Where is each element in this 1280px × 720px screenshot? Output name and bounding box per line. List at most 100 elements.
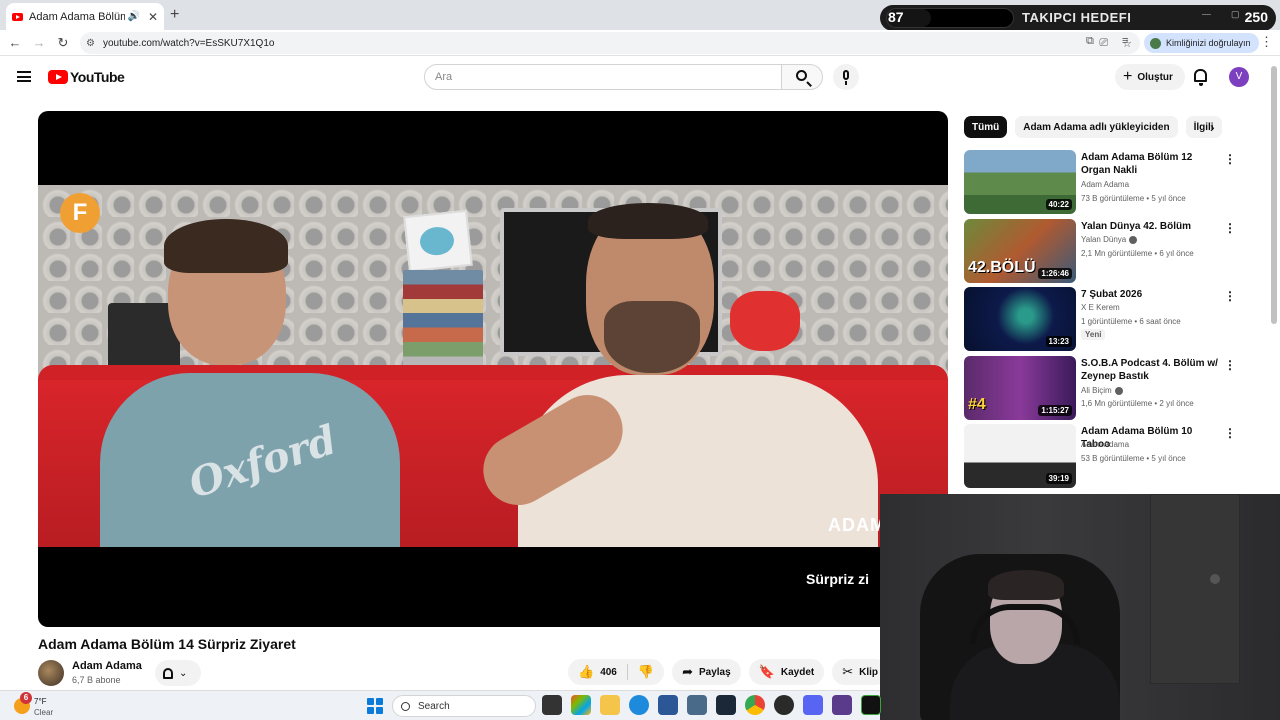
store-icon[interactable] — [658, 695, 678, 715]
taskbar-search[interactable]: Search — [392, 695, 536, 717]
bookmark-icon: 🔖 — [758, 664, 775, 679]
more-options-icon[interactable]: ⋮ — [1224, 358, 1236, 372]
more-options-icon[interactable]: ⋮ — [1224, 289, 1236, 303]
video-player[interactable]: F Oxford ADAMA Sürpriz zi — [38, 111, 948, 627]
channel-label: Yalan Dünya — [1081, 235, 1127, 244]
new-tab-button[interactable]: + — [170, 6, 179, 24]
video-thumbnail[interactable]: 42.BÖLÜ 1:26:46 — [964, 219, 1076, 283]
chrome-icon[interactable] — [745, 695, 765, 715]
close-tab-icon[interactable]: ✕ — [148, 10, 158, 24]
search-input[interactable]: Ara — [424, 64, 782, 90]
verify-identity-button[interactable]: Kimliğinizi doğrulayın — [1144, 33, 1259, 53]
video-title: Adam Adama Bölüm 14 Sürpriz Ziyaret — [38, 636, 296, 652]
video-frame: F Oxford ADAMA — [38, 185, 948, 547]
picture-frame — [403, 209, 473, 273]
install-app-icon[interactable]: ⎚ — [1099, 37, 1108, 50]
chip-from-uploader[interactable]: Adam Adama adlı yükleyiciden — [1015, 116, 1178, 138]
recommendation-item[interactable]: 13:23 7 Şubat 2026 X E Kerem 1 görüntüle… — [964, 287, 1264, 351]
video-thumbnail[interactable]: #4 1:15:27 — [964, 356, 1076, 420]
taskbar-apps — [542, 695, 881, 715]
notifications-bell-icon[interactable] — [1194, 69, 1207, 86]
youtube-logo[interactable]: YouTube — [48, 69, 125, 85]
recommendation-title[interactable]: 7 Şubat 2026 — [1081, 288, 1221, 301]
create-button[interactable]: + Oluştur — [1115, 64, 1185, 90]
reload-icon[interactable]: ↻ — [51, 35, 75, 51]
recommendation-item[interactable]: 40:22 Adam Adama Bölüm 12 Organ Nakli Ad… — [964, 150, 1264, 214]
channel-name[interactable]: Adam Adama — [72, 660, 142, 672]
more-options-icon[interactable]: ⋮ — [1224, 221, 1236, 235]
bell-icon — [163, 667, 173, 679]
windows-start-icon[interactable] — [367, 698, 383, 714]
recommendation-item[interactable]: 42.BÖLÜ 1:26:46 Yalan Dünya 42. Bölüm Ya… — [964, 219, 1264, 283]
speaker-icon[interactable]: 🔊 — [127, 11, 139, 22]
verified-check-icon — [1114, 386, 1123, 395]
window-controls-icon[interactable]: — ▢ — [1202, 9, 1240, 20]
recommendation-channel[interactable]: Yalan Dünya — [1081, 235, 1138, 244]
browser-menu-icon[interactable]: ⋮ — [1260, 34, 1273, 50]
chevron-right-icon[interactable]: › — [1210, 119, 1215, 135]
save-label: Kaydet — [780, 666, 815, 678]
chip-all[interactable]: Tümü — [964, 116, 1008, 138]
page-scrollbar[interactable] — [1271, 66, 1277, 324]
channel-avatar[interactable] — [38, 660, 64, 686]
weather-widget[interactable]: 6 7°F Clear — [14, 692, 64, 720]
video-subtitle: Sürpriz zi — [806, 571, 870, 587]
back-arrow-icon[interactable]: ← — [3, 35, 27, 50]
obs-icon[interactable] — [774, 695, 794, 715]
like-button[interactable]: 👍 406 — [568, 664, 628, 680]
recommendation-channel[interactable]: Adam Adama — [1081, 180, 1129, 189]
recommendation-title[interactable]: Adam Adama Bölüm 12 Organ Nakli — [1081, 151, 1221, 177]
copilot-icon[interactable] — [571, 695, 591, 715]
create-label: Oluştur — [1137, 71, 1173, 83]
recommendation-meta: 73 B görüntüleme • 5 yıl önce — [1081, 194, 1186, 203]
recommendation-title[interactable]: Yalan Dünya 42. Bölüm — [1081, 220, 1221, 233]
logo-text: YouTube — [70, 69, 125, 85]
recommendation-channel[interactable]: Ali Biçim — [1081, 386, 1123, 395]
video-thumbnail[interactable]: 13:23 — [964, 287, 1076, 351]
more-options-icon[interactable]: ⋮ — [1224, 152, 1236, 166]
video-thumbnail[interactable]: 39:19 — [964, 424, 1076, 488]
share-icon: ➦ — [682, 664, 693, 679]
discord-icon[interactable] — [803, 695, 823, 715]
app-icon[interactable] — [687, 695, 707, 715]
notification-badge: 6 — [20, 692, 32, 704]
account-avatar[interactable]: V — [1229, 67, 1249, 87]
address-bar[interactable]: ⚙ youtube.com/watch?v=EsSKU7X1Q1o ⎚ ☆ — [80, 32, 1140, 54]
duration-badge: 40:22 — [1045, 199, 1072, 210]
steam-icon[interactable] — [716, 695, 736, 715]
more-options-icon[interactable]: ⋮ — [1224, 426, 1236, 440]
video-thumbnail[interactable]: 40:22 — [964, 150, 1076, 214]
temperature: 7°F — [34, 697, 47, 706]
task-view-icon[interactable] — [542, 695, 562, 715]
file-explorer-icon[interactable] — [600, 695, 620, 715]
share-label: Paylaş — [698, 666, 731, 678]
forward-arrow-icon[interactable]: → — [27, 35, 51, 50]
edge-icon[interactable] — [629, 695, 649, 715]
hamburger-menu-icon[interactable] — [17, 71, 31, 82]
app-icon[interactable] — [832, 695, 852, 715]
thumbnail-text: 42.BÖLÜ — [968, 259, 1036, 276]
save-button[interactable]: 🔖 Kaydet — [748, 659, 825, 685]
recommendation-title[interactable]: S.O.B.A Podcast 4. Bölüm w/ Zeynep Bastı… — [1081, 357, 1221, 383]
browser-tab[interactable]: Adam Adama Bölüm 14 Sürpriz Ziyaret - Yo… — [6, 3, 164, 30]
terminal-icon[interactable] — [861, 695, 881, 715]
video-actions: 👍 406 👎 ➦ Paylaş 🔖 Kaydet ✂ Klip — [568, 659, 889, 685]
share-button[interactable]: ➦ Paylaş — [672, 659, 741, 685]
dislike-button[interactable]: 👎 — [628, 664, 664, 680]
voice-search-button[interactable] — [833, 64, 859, 90]
site-info-icon[interactable]: ⚙ — [86, 38, 95, 49]
recommendation-item[interactable]: #4 1:15:27 S.O.B.A Podcast 4. Bölüm w/ Z… — [964, 356, 1264, 420]
recommendation-channel[interactable]: X E Kerem — [1081, 303, 1120, 312]
recommendation-item[interactable]: 39:19 Adam Adama Bölüm 10 Taboo Adam Ada… — [964, 424, 1264, 488]
goal-target-count: 250 — [1244, 9, 1268, 25]
search-placeholder: Ara — [435, 71, 453, 83]
verified-check-icon — [1129, 235, 1138, 244]
clip-label: Klip — [859, 666, 879, 678]
google-lens-icon[interactable]: ⧉ — [1086, 35, 1094, 48]
media-controls-icon[interactable]: ≡ — [1122, 35, 1128, 47]
search-button[interactable] — [781, 64, 823, 90]
subscription-notification-button[interactable]: ⌄ — [155, 660, 201, 686]
chip-related[interactable]: İlgili — [1185, 116, 1222, 138]
scissors-icon: ✂ — [842, 664, 854, 679]
recommendation-channel[interactable]: Adam Adama — [1081, 440, 1129, 449]
